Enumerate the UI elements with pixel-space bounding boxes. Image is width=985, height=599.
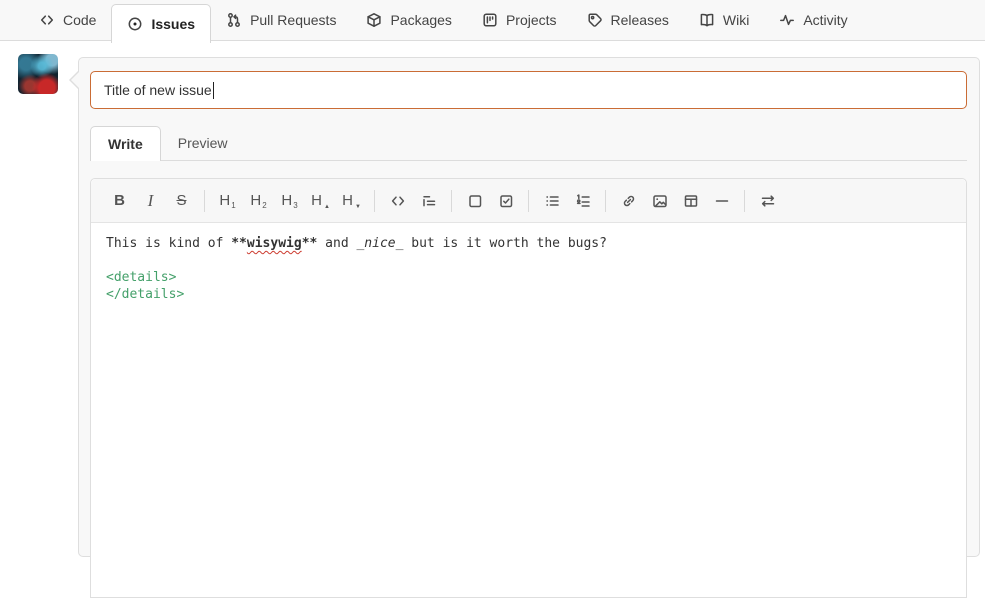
new-issue-form: Title of new issue Write Preview B I S H… <box>69 57 980 598</box>
ordered-list-icon <box>576 193 590 207</box>
editor-tab-bar: Write Preview <box>90 126 967 161</box>
strikethrough-icon: S <box>176 192 187 209</box>
book-icon <box>700 13 714 27</box>
speech-notch-fill <box>71 71 80 89</box>
switch-arrows-icon <box>761 194 774 207</box>
code-button[interactable] <box>384 187 411 215</box>
git-pull-request-icon <box>228 13 241 27</box>
ordered-list-button[interactable] <box>569 187 596 215</box>
table-icon <box>684 194 697 207</box>
issue-title-value: Title of new issue <box>104 82 212 98</box>
nav-tab-pull-requests[interactable]: Pull Requests <box>211 0 351 40</box>
horizontal-rule-icon <box>715 199 728 202</box>
editor-line-details-open: <details> <box>106 270 177 285</box>
nav-tab-wiki[interactable]: Wiki <box>684 0 764 40</box>
code-icon <box>40 15 54 25</box>
repo-nav: Code Issues Pull Requests Packages Proje… <box>0 0 985 43</box>
horizontal-rule-button[interactable] <box>708 187 735 215</box>
heading-3-icon: H3 <box>281 192 298 210</box>
markdown-textarea[interactable]: This is kind of **wisywig** and _nice_ b… <box>91 223 966 599</box>
heading-3-button[interactable]: H3 <box>276 187 303 215</box>
link-icon <box>623 195 634 206</box>
box-button[interactable] <box>461 187 488 215</box>
image-button[interactable] <box>646 187 673 215</box>
nav-tab-releases[interactable]: Releases <box>572 0 684 40</box>
editor-line: This is kind of **wisywig** and _nice_ b… <box>106 236 607 251</box>
checkbox-button[interactable] <box>492 187 519 215</box>
tab-preview[interactable]: Preview <box>161 126 245 160</box>
code-icon <box>391 195 404 206</box>
quote-button[interactable] <box>415 187 442 215</box>
heading-up-button[interactable]: H ▲ <box>307 187 334 215</box>
nav-tab-label: Projects <box>505 12 557 28</box>
heading-2-button[interactable]: H2 <box>245 187 272 215</box>
issue-title-input[interactable]: Title of new issue <box>90 71 967 109</box>
nav-tab-label: Code <box>63 12 97 28</box>
markdown-toolbar: B I S H1 H2 H3 H ▲ H ▼ <box>91 179 966 223</box>
project-icon <box>483 13 497 27</box>
editor-line-details-close: </details> <box>106 287 185 302</box>
text-caret <box>212 81 214 99</box>
italic-icon: I <box>147 190 154 210</box>
unordered-list-icon <box>545 195 559 206</box>
heading-down-button[interactable]: H ▼ <box>338 187 365 215</box>
nav-tab-activity[interactable]: Activity <box>764 0 862 40</box>
nav-tab-projects[interactable]: Projects <box>467 0 572 40</box>
box-icon <box>468 194 481 207</box>
heading-1-icon: H1 <box>219 192 236 210</box>
pulse-icon <box>780 14 795 26</box>
nav-tab-label: Issues <box>151 16 196 32</box>
bold-icon: B <box>114 192 125 209</box>
toolbar-separator <box>605 189 606 212</box>
package-icon <box>367 13 382 27</box>
bold-button[interactable]: B <box>106 187 133 215</box>
strikethrough-button[interactable]: S <box>168 187 195 215</box>
misspelled-word: wisywig <box>246 236 302 251</box>
editor-line-empty <box>106 252 951 269</box>
nav-tab-label: Activity <box>803 12 848 28</box>
toolbar-separator <box>451 189 452 212</box>
image-icon <box>652 194 667 207</box>
toolbar-separator <box>374 189 375 212</box>
nav-tab-label: Pull Requests <box>250 12 337 28</box>
italic-button[interactable]: I <box>137 187 164 215</box>
quote-icon <box>422 195 435 206</box>
heading-2-icon: H2 <box>250 192 267 210</box>
toolbar-separator <box>528 189 529 212</box>
heading-down-icon: H ▼ <box>342 192 361 210</box>
tab-write[interactable]: Write <box>90 126 161 161</box>
nav-tab-label: Packages <box>390 12 452 28</box>
switch-editor-button[interactable] <box>754 187 781 215</box>
unordered-list-button[interactable] <box>538 187 565 215</box>
checkbox-icon <box>499 194 512 207</box>
toolbar-separator <box>204 189 205 212</box>
nav-tab-label: Wiki <box>722 12 750 28</box>
heading-1-button[interactable]: H1 <box>214 187 241 215</box>
table-button[interactable] <box>677 187 704 215</box>
user-avatar <box>18 54 58 94</box>
toolbar-separator <box>744 189 745 212</box>
tag-icon <box>587 13 602 27</box>
nav-tab-packages[interactable]: Packages <box>351 0 466 40</box>
link-button[interactable] <box>615 187 642 215</box>
markdown-editor: B I S H1 H2 H3 H ▲ H ▼ This is kind of *… <box>90 178 967 598</box>
issue-opened-icon <box>129 17 142 31</box>
nav-tab-issues[interactable]: Issues <box>111 4 212 43</box>
heading-up-icon: H ▲ <box>311 192 330 210</box>
nav-tab-code[interactable]: Code <box>24 0 111 40</box>
nav-tab-label: Releases <box>610 12 669 28</box>
